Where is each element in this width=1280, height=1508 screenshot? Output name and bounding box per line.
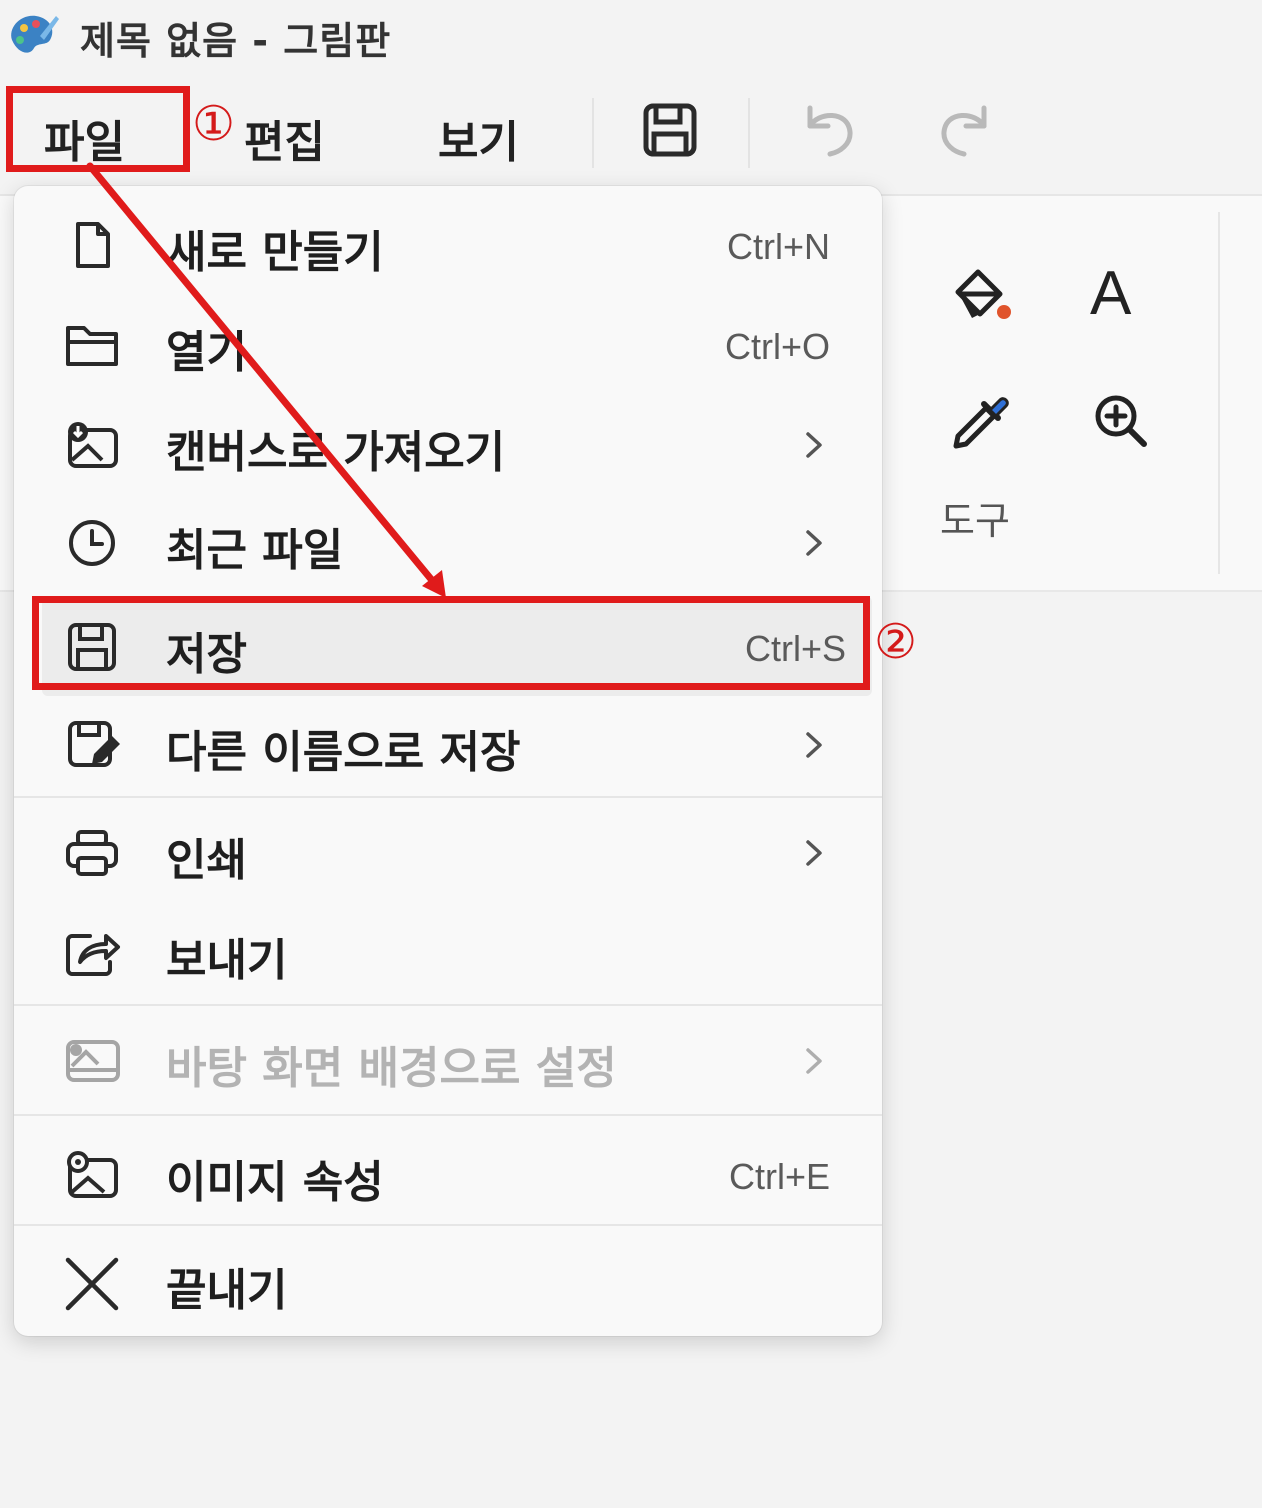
shortcut-label: Ctrl+E [728, 1156, 830, 1197]
save-as-icon [68, 721, 120, 767]
magnifier-icon[interactable] [1086, 386, 1156, 456]
annotation-step-2: ② [874, 614, 918, 670]
close-icon [65, 1257, 119, 1311]
undo-icon[interactable] [796, 98, 860, 162]
shortcut-label: Ctrl+O [724, 326, 830, 367]
menu-separator [592, 98, 594, 168]
menu-separator [14, 1004, 882, 1006]
menu-item-exit[interactable]: 끝내기 [14, 1232, 882, 1332]
new-file-icon [76, 222, 110, 268]
menu-item-recent-files[interactable]: 최근 파일 [14, 492, 882, 592]
menu-item-label: 인쇄 [166, 835, 247, 886]
menu-view[interactable]: 보기 [438, 106, 519, 170]
menu-edit[interactable]: 편집 [244, 106, 325, 170]
chevron-right-icon [806, 840, 822, 866]
folder-open-icon [66, 326, 118, 366]
menu-item-label: 최근 파일 [166, 525, 344, 576]
menu-separator [14, 796, 882, 798]
menu-item-label: 캔버스로 가져오기 [166, 427, 506, 478]
annotation-step-1: ① [192, 96, 236, 152]
menu-item-open[interactable]: 열기 Ctrl+O [14, 294, 882, 394]
menu-separator [14, 1224, 882, 1226]
window-title: 제목 없음 - 그림판 [80, 19, 392, 63]
menu-separator [14, 1114, 882, 1116]
ribbon-separator [1218, 212, 1220, 574]
color-picker-icon[interactable] [946, 386, 1016, 456]
menu-item-share[interactable]: 보내기 [14, 902, 882, 1002]
import-image-icon [68, 422, 118, 468]
redo-icon[interactable] [934, 98, 998, 162]
menu-item-label: 끝내기 [166, 1265, 288, 1316]
menu-item-label: 열기 [166, 327, 247, 378]
shortcut-label: Ctrl+N [726, 226, 830, 267]
chevron-right-icon [806, 530, 822, 556]
menu-item-label: 이미지 속성 [166, 1157, 384, 1208]
menu-item-set-desktop-background: 바탕 화면 배경으로 설정 [14, 1010, 882, 1110]
menu-item-new[interactable]: 새로 만들기 Ctrl+N [14, 194, 882, 294]
clock-icon [69, 520, 115, 566]
menu-item-label: 보내기 [166, 935, 288, 986]
menu-item-save-as[interactable]: 다른 이름으로 저장 [14, 694, 882, 794]
menu-item-import-to-canvas[interactable]: 캔버스로 가져오기 [14, 394, 882, 494]
menu-item-image-properties[interactable]: 이미지 속성 Ctrl+E [14, 1124, 882, 1224]
menu-item-label: 새로 만들기 [166, 227, 384, 278]
toolbar-separator [748, 98, 750, 168]
chevron-right-icon [806, 432, 822, 458]
chevron-right-icon [806, 732, 822, 758]
title-bar: 제목 없음 - 그림판 [0, 0, 1280, 84]
text-tool[interactable]: A [1090, 258, 1131, 329]
file-menu: 새로 만들기 Ctrl+N 열기 Ctrl+O 캔버스로 가져오기 최근 파일 [14, 186, 882, 1336]
tools-group-label: 도구 [940, 499, 1010, 543]
printer-icon [66, 830, 118, 876]
menu-item-label: 다른 이름으로 저장 [166, 727, 521, 778]
window-edge [1262, 0, 1280, 1508]
desktop-background-icon [66, 1040, 120, 1082]
share-icon [66, 934, 120, 976]
annotation-box-file-menu [6, 86, 190, 172]
menu-item-print[interactable]: 인쇄 [14, 802, 882, 902]
annotation-box-save [32, 596, 870, 690]
chevron-right-icon [806, 1048, 822, 1074]
menu-item-label: 바탕 화면 배경으로 설정 [166, 1043, 617, 1094]
paint-app-icon [11, 15, 59, 53]
image-properties-icon [67, 1151, 118, 1198]
save-icon[interactable] [638, 98, 702, 162]
fill-bucket-icon[interactable] [946, 262, 1016, 332]
